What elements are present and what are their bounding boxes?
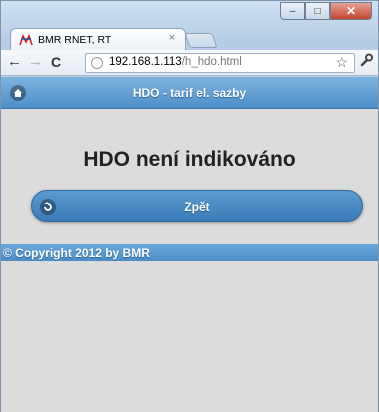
page-header: HDO - tarif el. sazby (1, 77, 378, 109)
reload-icon[interactable]: C (51, 53, 61, 71)
new-tab-button[interactable] (184, 33, 218, 48)
back-button-label: Zpět (184, 200, 210, 214)
close-button[interactable]: ✕ (330, 2, 372, 20)
wrench-icon[interactable] (359, 53, 373, 70)
page-viewport: HDO - tarif el. sazby HDO není indikován… (1, 77, 378, 412)
browser-toolbar: ← → C 192.168.1.113/h_hdo.html ☆ (1, 50, 378, 76)
address-bar[interactable]: 192.168.1.113/h_hdo.html ☆ (85, 53, 355, 73)
minimize-button[interactable]: – (280, 2, 305, 20)
back-arrow-icon[interactable]: ← (7, 53, 22, 71)
page-footer: © Copyright 2012 by BMR (1, 244, 378, 261)
page-title: HDO - tarif el. sazby (132, 86, 247, 100)
tab-active[interactable]: BMR RNET, RT × (10, 28, 186, 50)
copyright-text: © Copyright 2012 by BMR (3, 246, 150, 260)
browser-window: BMR RNET, RT × – □ ✕ ← → C 192.168.1.113… (0, 0, 379, 412)
page-icon (91, 57, 103, 69)
forward-arrow-icon[interactable]: → (28, 53, 43, 71)
url-text: 192.168.1.113/h_hdo.html (109, 56, 242, 68)
tab-close-icon[interactable]: × (169, 32, 175, 44)
favicon-icon (19, 33, 33, 46)
maximize-button[interactable]: □ (305, 2, 330, 20)
tab-strip: BMR RNET, RT × – □ ✕ (1, 1, 378, 50)
window-controls: – □ ✕ (280, 2, 372, 21)
status-heading: HDO není indikováno (83, 148, 296, 171)
bookmark-star-icon[interactable]: ☆ (335, 54, 348, 71)
tab-title: BMR RNET, RT (38, 34, 112, 46)
back-button[interactable]: Zpět (31, 190, 363, 222)
